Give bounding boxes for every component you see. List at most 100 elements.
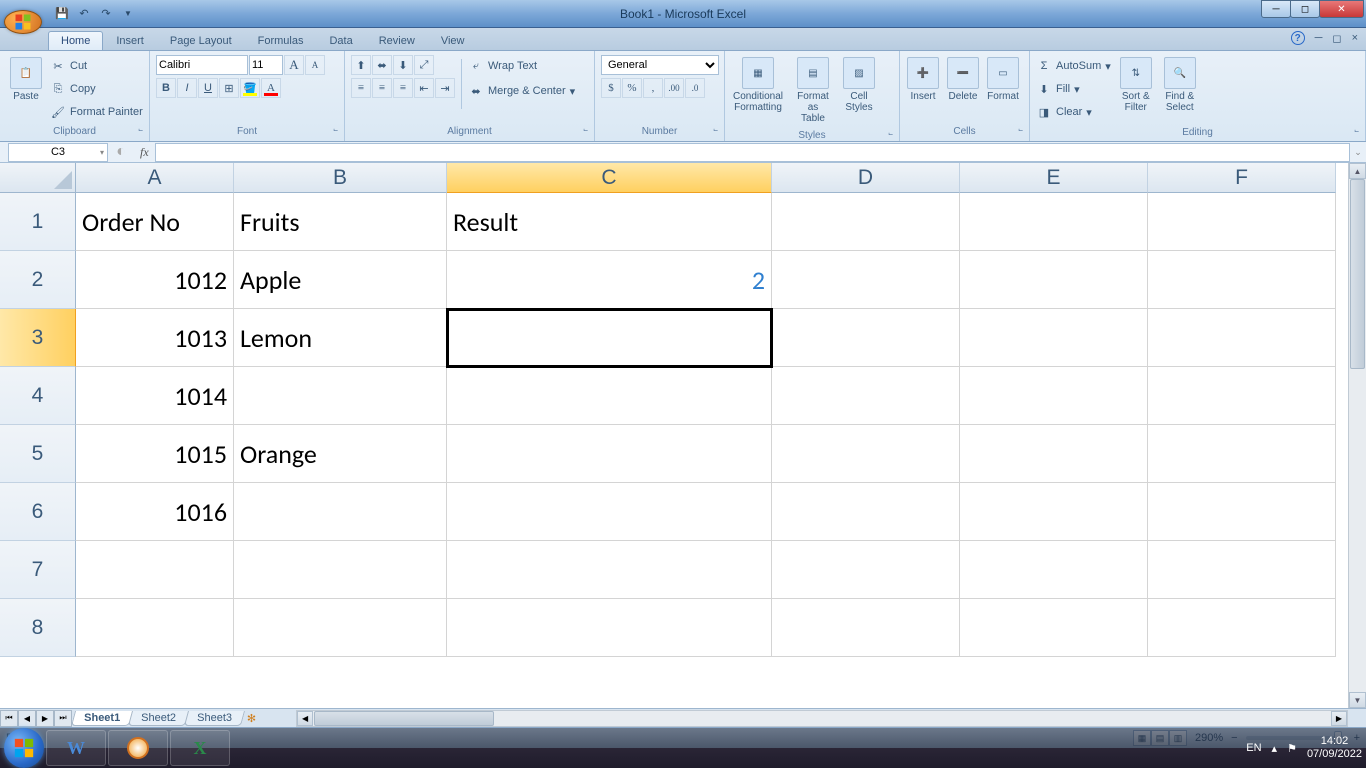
cell-C8[interactable] — [447, 599, 772, 657]
sheet-nav-next[interactable]: ▶ — [36, 710, 54, 727]
help-icon[interactable]: ? — [1291, 31, 1305, 45]
font-size-combo[interactable] — [249, 55, 283, 75]
column-header-D[interactable]: D — [772, 163, 960, 193]
indent-increase-button[interactable]: ⇥ — [435, 78, 455, 98]
tab-insert[interactable]: Insert — [103, 31, 157, 50]
cell-E8[interactable] — [960, 599, 1148, 657]
tray-clock[interactable]: 14:02 07/09/2022 — [1307, 735, 1362, 761]
cell-F3[interactable] — [1148, 309, 1336, 367]
sort-filter-button[interactable]: ⇅Sort & Filter — [1115, 53, 1157, 117]
font-name-combo[interactable] — [156, 55, 248, 75]
row-header-5[interactable]: 5 — [0, 425, 76, 483]
cell-E1[interactable] — [960, 193, 1148, 251]
cell-A3[interactable]: 1013 — [76, 309, 234, 367]
sheet-nav-last[interactable]: ⏭ — [54, 710, 72, 727]
wrap-text-button[interactable]: ⤶Wrap Text — [468, 55, 575, 77]
start-button[interactable] — [4, 728, 44, 768]
vertical-scrollbar[interactable]: ▲ ▼ — [1348, 163, 1366, 708]
sheet-tab-sheet1[interactable]: Sheet1 — [71, 711, 133, 726]
fx-icon[interactable]: fx — [140, 145, 149, 160]
cell-E5[interactable] — [960, 425, 1148, 483]
cell-B8[interactable] — [234, 599, 447, 657]
tab-review[interactable]: Review — [366, 31, 428, 50]
align-left-button[interactable]: ≡ — [351, 78, 371, 98]
cell-A8[interactable] — [76, 599, 234, 657]
taskbar-app-icon[interactable] — [108, 730, 168, 766]
comma-format-button[interactable]: , — [643, 78, 663, 98]
align-bottom-button[interactable]: ⬇ — [393, 55, 413, 75]
sheet-tab-sheet2[interactable]: Sheet2 — [128, 711, 189, 726]
cell-C6[interactable] — [447, 483, 772, 541]
cell-D4[interactable] — [772, 367, 960, 425]
qat-undo-icon[interactable]: ↶ — [74, 4, 94, 24]
column-header-A[interactable]: A — [76, 163, 234, 193]
cell-F1[interactable] — [1148, 193, 1336, 251]
cell-D3[interactable] — [772, 309, 960, 367]
cell-E2[interactable] — [960, 251, 1148, 309]
cell-C2[interactable]: 2 — [447, 251, 772, 309]
format-painter-button[interactable]: 🖌Format Painter — [50, 101, 143, 123]
ribbon-restore-icon[interactable]: ◻ — [1332, 32, 1341, 45]
tab-view[interactable]: View — [428, 31, 478, 50]
taskbar-excel-icon[interactable]: X — [170, 730, 230, 766]
cell-B5[interactable]: Orange — [234, 425, 447, 483]
cut-button[interactable]: ✂Cut — [50, 55, 143, 77]
cell-F4[interactable] — [1148, 367, 1336, 425]
row-header-2[interactable]: 2 — [0, 251, 76, 309]
scroll-right-icon[interactable]: ▶ — [1331, 711, 1347, 726]
cell-E4[interactable] — [960, 367, 1148, 425]
column-header-F[interactable]: F — [1148, 163, 1336, 193]
fill-color-button[interactable]: 🪣 — [240, 78, 260, 98]
cell-C7[interactable] — [447, 541, 772, 599]
column-header-B[interactable]: B — [234, 163, 447, 193]
cell-D5[interactable] — [772, 425, 960, 483]
fx-cancel-icon[interactable]: ◐ — [112, 143, 130, 161]
cell-A7[interactable] — [76, 541, 234, 599]
qat-redo-icon[interactable]: ↷ — [96, 4, 116, 24]
cell-A6[interactable]: 1016 — [76, 483, 234, 541]
ribbon-close-icon[interactable]: × — [1352, 32, 1358, 44]
shrink-font-button[interactable]: A — [305, 55, 325, 75]
sheet-tab-sheet3[interactable]: Sheet3 — [184, 711, 245, 726]
column-header-E[interactable]: E — [960, 163, 1148, 193]
cell-B1[interactable]: Fruits — [234, 193, 447, 251]
tab-formulas[interactable]: Formulas — [245, 31, 317, 50]
cell-E3[interactable] — [960, 309, 1148, 367]
row-header-3[interactable]: 3 — [0, 309, 76, 367]
paste-button[interactable]: 📋 Paste — [4, 53, 48, 106]
cell-E7[interactable] — [960, 541, 1148, 599]
cell-B4[interactable] — [234, 367, 447, 425]
accounting-format-button[interactable]: $ — [601, 78, 621, 98]
orientation-button[interactable]: ⤢ — [414, 55, 434, 75]
formula-expand-icon[interactable]: ⌄ — [1350, 147, 1366, 158]
hscroll-thumb[interactable] — [314, 711, 494, 726]
tab-data[interactable]: Data — [316, 31, 365, 50]
tray-lang[interactable]: EN — [1246, 742, 1261, 754]
format-as-table-button[interactable]: ▤Format as Table — [789, 53, 837, 128]
cell-F8[interactable] — [1148, 599, 1336, 657]
minimize-button[interactable]: ─ — [1261, 0, 1291, 18]
number-format-combo[interactable]: General — [601, 55, 719, 75]
qat-customize-icon[interactable]: ▼ — [118, 4, 138, 24]
cell-F2[interactable] — [1148, 251, 1336, 309]
tray-chevron-icon[interactable]: ▴ — [1272, 742, 1278, 755]
row-header-7[interactable]: 7 — [0, 541, 76, 599]
scroll-left-icon[interactable]: ◀ — [297, 711, 313, 726]
tab-home[interactable]: Home — [48, 31, 103, 50]
maximize-button[interactable]: ◻ — [1290, 0, 1320, 18]
tab-page-layout[interactable]: Page Layout — [157, 31, 245, 50]
merge-center-button[interactable]: ⬌Merge & Center ▾ — [468, 80, 575, 102]
horizontal-scrollbar[interactable]: ◀ ▶ — [296, 710, 1348, 727]
cell-E6[interactable] — [960, 483, 1148, 541]
taskbar-word-icon[interactable]: W — [46, 730, 106, 766]
vscroll-thumb[interactable] — [1350, 179, 1365, 369]
align-middle-button[interactable]: ⬌ — [372, 55, 392, 75]
cell-D2[interactable] — [772, 251, 960, 309]
row-header-1[interactable]: 1 — [0, 193, 76, 251]
bold-button[interactable]: B — [156, 78, 176, 98]
cell-B7[interactable] — [234, 541, 447, 599]
cell-F5[interactable] — [1148, 425, 1336, 483]
sheet-nav-prev[interactable]: ◀ — [18, 710, 36, 727]
underline-button[interactable]: U — [198, 78, 218, 98]
row-header-6[interactable]: 6 — [0, 483, 76, 541]
